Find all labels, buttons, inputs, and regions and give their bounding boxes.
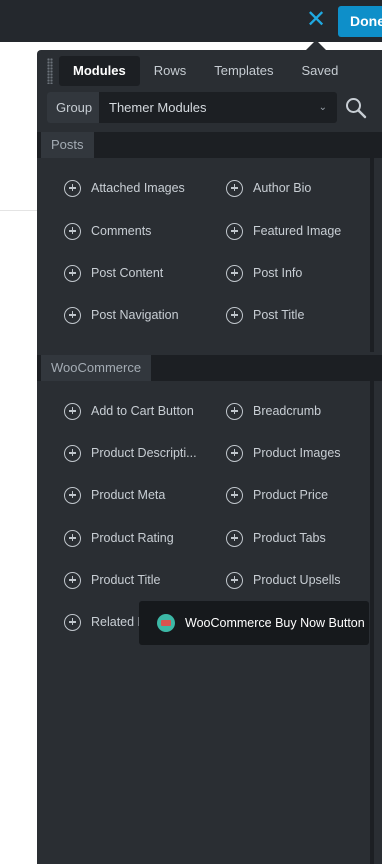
plus-circle-icon — [64, 486, 81, 504]
module-add-to-cart-button[interactable]: Add to Cart Button — [64, 399, 194, 423]
plus-circle-icon — [226, 486, 243, 504]
scrollbar-track — [370, 158, 374, 352]
plus-circle-icon — [64, 222, 81, 240]
module-label: Breadcrumb — [253, 404, 322, 418]
module-label: Product Upsells — [253, 573, 341, 587]
panel-caret — [306, 40, 326, 50]
module-label: Related P — [91, 615, 146, 629]
drag-handle-icon[interactable] — [47, 58, 53, 84]
plus-circle-icon — [226, 529, 243, 547]
module-related-products[interactable]: Related P — [64, 610, 146, 634]
module-label: Post Content — [91, 266, 164, 280]
module-post-title[interactable]: Post Title — [226, 303, 304, 327]
module-comments[interactable]: Comments — [64, 219, 151, 243]
chevron-down-icon: ⌄ — [318, 102, 327, 113]
module-label: Author Bio — [253, 181, 312, 195]
top-bar: ✕ Done — [0, 0, 382, 42]
module-label: Product Meta — [91, 488, 166, 502]
module-label: Attached Images — [91, 181, 185, 195]
module-product-meta[interactable]: Product Meta — [64, 483, 165, 507]
content-panel: Modules Rows Templates Saved Group Theme… — [37, 50, 382, 864]
tab-templates[interactable]: Templates — [200, 56, 287, 86]
tab-modules[interactable]: Modules — [59, 56, 140, 86]
module-label: Product Images — [253, 446, 341, 460]
group-select[interactable]: Themer Modules ⌄ — [99, 92, 337, 123]
plus-circle-icon — [64, 571, 81, 589]
module-product-images[interactable]: Product Images — [226, 441, 341, 465]
plus-circle-icon — [226, 306, 243, 324]
tooltip-label: WooCommerce Buy Now Button — [185, 616, 365, 630]
plus-circle-icon — [64, 264, 81, 282]
module-label: Post Title — [253, 308, 305, 322]
module-product-title[interactable]: Product Title — [64, 568, 160, 592]
panel-tabs: Modules Rows Templates Saved — [59, 56, 352, 86]
module-product-description[interactable]: Product Descripti... — [64, 441, 197, 465]
module-author-bio[interactable]: Author Bio — [226, 176, 311, 200]
module-product-upsells[interactable]: Product Upsells — [226, 568, 341, 592]
module-label: Product Descripti... — [91, 446, 197, 460]
scrollbar-track — [370, 381, 374, 864]
section-header-woocommerce: WooCommerce — [37, 355, 382, 381]
plus-circle-icon — [226, 179, 243, 197]
module-product-rating[interactable]: Product Rating — [64, 526, 174, 550]
plus-circle-icon — [64, 306, 81, 324]
plus-circle-icon — [226, 444, 243, 462]
module-post-content[interactable]: Post Content — [64, 261, 163, 285]
plus-circle-icon — [226, 222, 243, 240]
module-product-price[interactable]: Product Price — [226, 483, 328, 507]
woocommerce-module-icon — [157, 614, 175, 632]
module-label: Product Rating — [91, 531, 174, 545]
page-divider — [0, 210, 40, 211]
module-label: Product Tabs — [253, 531, 326, 545]
module-product-tabs[interactable]: Product Tabs — [226, 526, 326, 550]
group-bar: Group Themer Modules ⌄ — [47, 92, 337, 123]
module-featured-image[interactable]: Featured Image — [226, 219, 341, 243]
close-icon[interactable]: ✕ — [304, 7, 328, 33]
module-label: Post Navigation — [91, 308, 179, 322]
section-header-posts: Posts — [37, 132, 382, 158]
dragged-module-tooltip[interactable]: WooCommerce Buy Now Button — [139, 601, 369, 645]
module-post-navigation[interactable]: Post Navigation — [64, 303, 179, 327]
module-label: Product Price — [253, 488, 329, 502]
plus-circle-icon — [64, 613, 81, 631]
plus-circle-icon — [64, 179, 81, 197]
module-label: Featured Image — [253, 224, 342, 238]
plus-circle-icon — [64, 529, 81, 547]
module-post-info[interactable]: Post Info — [226, 261, 302, 285]
module-label: Post Info — [253, 266, 303, 280]
plus-circle-icon — [226, 402, 243, 420]
plus-circle-icon — [64, 402, 81, 420]
group-label: Group — [47, 92, 99, 123]
plus-circle-icon — [226, 571, 243, 589]
tab-saved[interactable]: Saved — [288, 56, 353, 86]
section-title-woocommerce: WooCommerce — [41, 355, 152, 381]
tab-rows[interactable]: Rows — [140, 56, 201, 86]
module-attached-images[interactable]: Attached Images — [64, 176, 185, 200]
module-label: Add to Cart Button — [91, 404, 194, 418]
done-button[interactable]: Done — [338, 6, 382, 37]
plus-circle-icon — [64, 444, 81, 462]
group-select-value: Themer Modules — [109, 100, 207, 115]
module-breadcrumb[interactable]: Breadcrumb — [226, 399, 321, 423]
module-label: Comments — [91, 224, 152, 238]
plus-circle-icon — [226, 264, 243, 282]
module-label: Product Title — [91, 573, 161, 587]
search-icon[interactable] — [343, 95, 369, 121]
section-title-posts: Posts — [41, 132, 94, 158]
